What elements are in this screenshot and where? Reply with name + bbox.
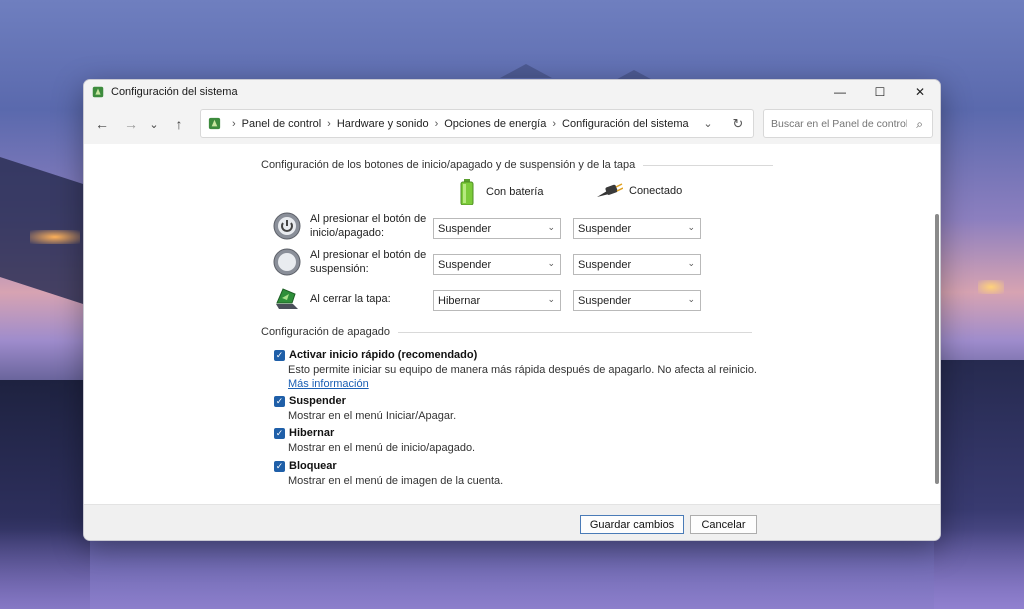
up-arrow-icon[interactable]: ↑ (166, 111, 192, 137)
lock-option: ✓ Bloquear Mostrar en el menú de imagen … (274, 460, 758, 488)
vertical-scrollbar[interactable] (935, 214, 939, 484)
sleep-checkbox[interactable]: ✓ (274, 395, 285, 407)
sleep-button-plugged-select[interactable]: Suspender ⌄ (573, 254, 701, 275)
refresh-icon[interactable]: ↻ (723, 116, 753, 132)
chevron-down-icon: ⌄ (687, 258, 695, 268)
power-button-battery-select[interactable]: Suspender ⌄ (433, 218, 561, 239)
control-panel-icon (92, 86, 104, 98)
window-title: Configuración del sistema (111, 86, 238, 98)
option-title: Activar inicio rápido (recomendado) (289, 349, 478, 361)
lid-close-battery-select[interactable]: Hibernar ⌄ (433, 290, 561, 311)
breadcrumb-system-settings[interactable]: Configuración del sistema (562, 118, 689, 130)
power-button-row: Al presionar el botón de inicio/apagado: (273, 212, 434, 240)
minimize-button[interactable]: — (820, 80, 860, 104)
power-button-icon (273, 212, 301, 240)
mountain-peak (500, 64, 552, 78)
maximize-button[interactable]: ☐ (860, 80, 900, 104)
address-bar-actions: ⌄ ↻ (693, 110, 753, 137)
breadcrumb-separator: › (232, 117, 236, 130)
lid-close-label: Al cerrar la tapa: (310, 293, 391, 305)
select-value: Suspender (578, 222, 632, 235)
sleep-button-battery-select[interactable]: Suspender ⌄ (433, 254, 561, 275)
sunset-glow (30, 230, 80, 244)
section-title: Configuración de apagado (261, 326, 391, 338)
breadcrumb-separator[interactable]: › (435, 118, 439, 130)
lid-close-row: Al cerrar la tapa: (273, 284, 434, 312)
chevron-down-icon: ⌄ (547, 258, 555, 268)
plugged-column-header: Conectado (595, 183, 682, 199)
recent-locations-chevron-icon[interactable]: ⌄ (144, 111, 164, 137)
option-description: Esto permite iniciar su equipo de manera… (288, 363, 758, 391)
control-panel-icon (208, 117, 221, 130)
laptop-lid-icon (276, 288, 298, 309)
option-description: Mostrar en el menú Iniciar/Apagar. (288, 410, 457, 422)
chevron-down-icon: ⌄ (547, 222, 555, 232)
battery-icon (460, 179, 474, 205)
search-input[interactable] (771, 117, 907, 130)
close-button[interactable]: ✕ (900, 80, 940, 104)
window-controls: — ☐ ✕ (820, 80, 940, 104)
more-info-link[interactable]: Más información (288, 378, 369, 390)
breadcrumb-separator[interactable]: › (552, 118, 556, 130)
title-bar[interactable]: Configuración del sistema — ☐ ✕ (84, 80, 940, 104)
cancel-button[interactable]: Cancelar (690, 515, 757, 534)
sunset-glow (978, 280, 1004, 294)
select-value: Suspender (438, 258, 492, 271)
fast-startup-checkbox[interactable]: ✓ (274, 349, 285, 361)
mist (0, 529, 1024, 609)
address-bar[interactable]: › Panel de control › Hardware y sonido ›… (200, 109, 754, 138)
forward-arrow-icon[interactable]: → (118, 111, 144, 137)
address-dropdown-chevron-icon[interactable]: ⌄ (693, 117, 723, 130)
sleep-button-row: Al presionar el botón de suspensión: (273, 248, 434, 276)
power-plug-icon (597, 183, 623, 197)
fast-startup-option: ✓ Activar inicio rápido (recomendado) Es… (274, 349, 758, 391)
hibernate-option: ✓ Hibernar Mostrar en el menú de inicio/… (274, 427, 758, 455)
power-button-plugged-select[interactable]: Suspender ⌄ (573, 218, 701, 239)
sleep-button-icon (273, 248, 301, 276)
navigation-bar: ← → ⌄ ↑ › Panel de control › Hardware y … (84, 104, 940, 144)
breadcrumb-separator[interactable]: › (327, 118, 331, 130)
battery-column-label: Con batería (486, 186, 544, 198)
section-title: Configuración de los botones de inicio/a… (261, 159, 636, 171)
battery-column-header: Con batería (460, 179, 543, 205)
lid-close-plugged-select[interactable]: Suspender ⌄ (573, 290, 701, 311)
select-value: Hibernar (438, 294, 481, 307)
option-description: Mostrar en el menú de imagen de la cuent… (288, 475, 504, 487)
sleep-option: ✓ Suspender Mostrar en el menú Iniciar/A… (274, 395, 758, 423)
lock-checkbox[interactable]: ✓ (274, 460, 285, 472)
breadcrumb-control-panel[interactable]: Panel de control (242, 118, 322, 130)
settings-content: Configuración de los botones de inicio/a… (84, 144, 940, 504)
breadcrumb-power-options[interactable]: Opciones de energía (444, 118, 546, 130)
option-title: Bloquear (289, 460, 337, 472)
section-divider (398, 331, 753, 333)
search-icon[interactable]: ⌕ (916, 117, 923, 132)
option-description-text: Esto permite iniciar su equipo de manera… (288, 364, 757, 376)
chevron-down-icon: ⌄ (687, 294, 695, 304)
system-settings-window: Configuración del sistema — ☐ ✕ ← → ⌄ ↑ … (83, 79, 941, 541)
option-title: Hibernar (289, 427, 335, 439)
option-description: Mostrar en el menú de inicio/apagado. (288, 442, 476, 454)
chevron-down-icon: ⌄ (687, 222, 695, 232)
sleep-button-label: Al presionar el botón de suspensión: (310, 249, 427, 275)
search-box[interactable]: ⌕ (763, 109, 933, 138)
back-arrow-icon[interactable]: ← (89, 111, 115, 137)
select-value: Suspender (578, 258, 632, 271)
buttons-section-heading: Configuración de los botones de inicio/a… (261, 159, 774, 171)
save-changes-button[interactable]: Guardar cambios (580, 515, 684, 534)
power-button-label: Al presionar el botón de inicio/apagado: (310, 213, 427, 239)
select-value: Suspender (578, 294, 632, 307)
dialog-footer: Guardar cambios Cancelar (84, 504, 940, 540)
chevron-down-icon: ⌄ (547, 294, 555, 304)
section-divider (643, 164, 774, 166)
shutdown-section-heading: Configuración de apagado (261, 326, 753, 338)
plugged-column-label: Conectado (629, 185, 683, 197)
hibernate-checkbox[interactable]: ✓ (274, 427, 285, 439)
select-value: Suspender (438, 222, 492, 235)
breadcrumb-hardware-sound[interactable]: Hardware y sonido (337, 118, 429, 130)
option-title: Suspender (289, 395, 346, 407)
